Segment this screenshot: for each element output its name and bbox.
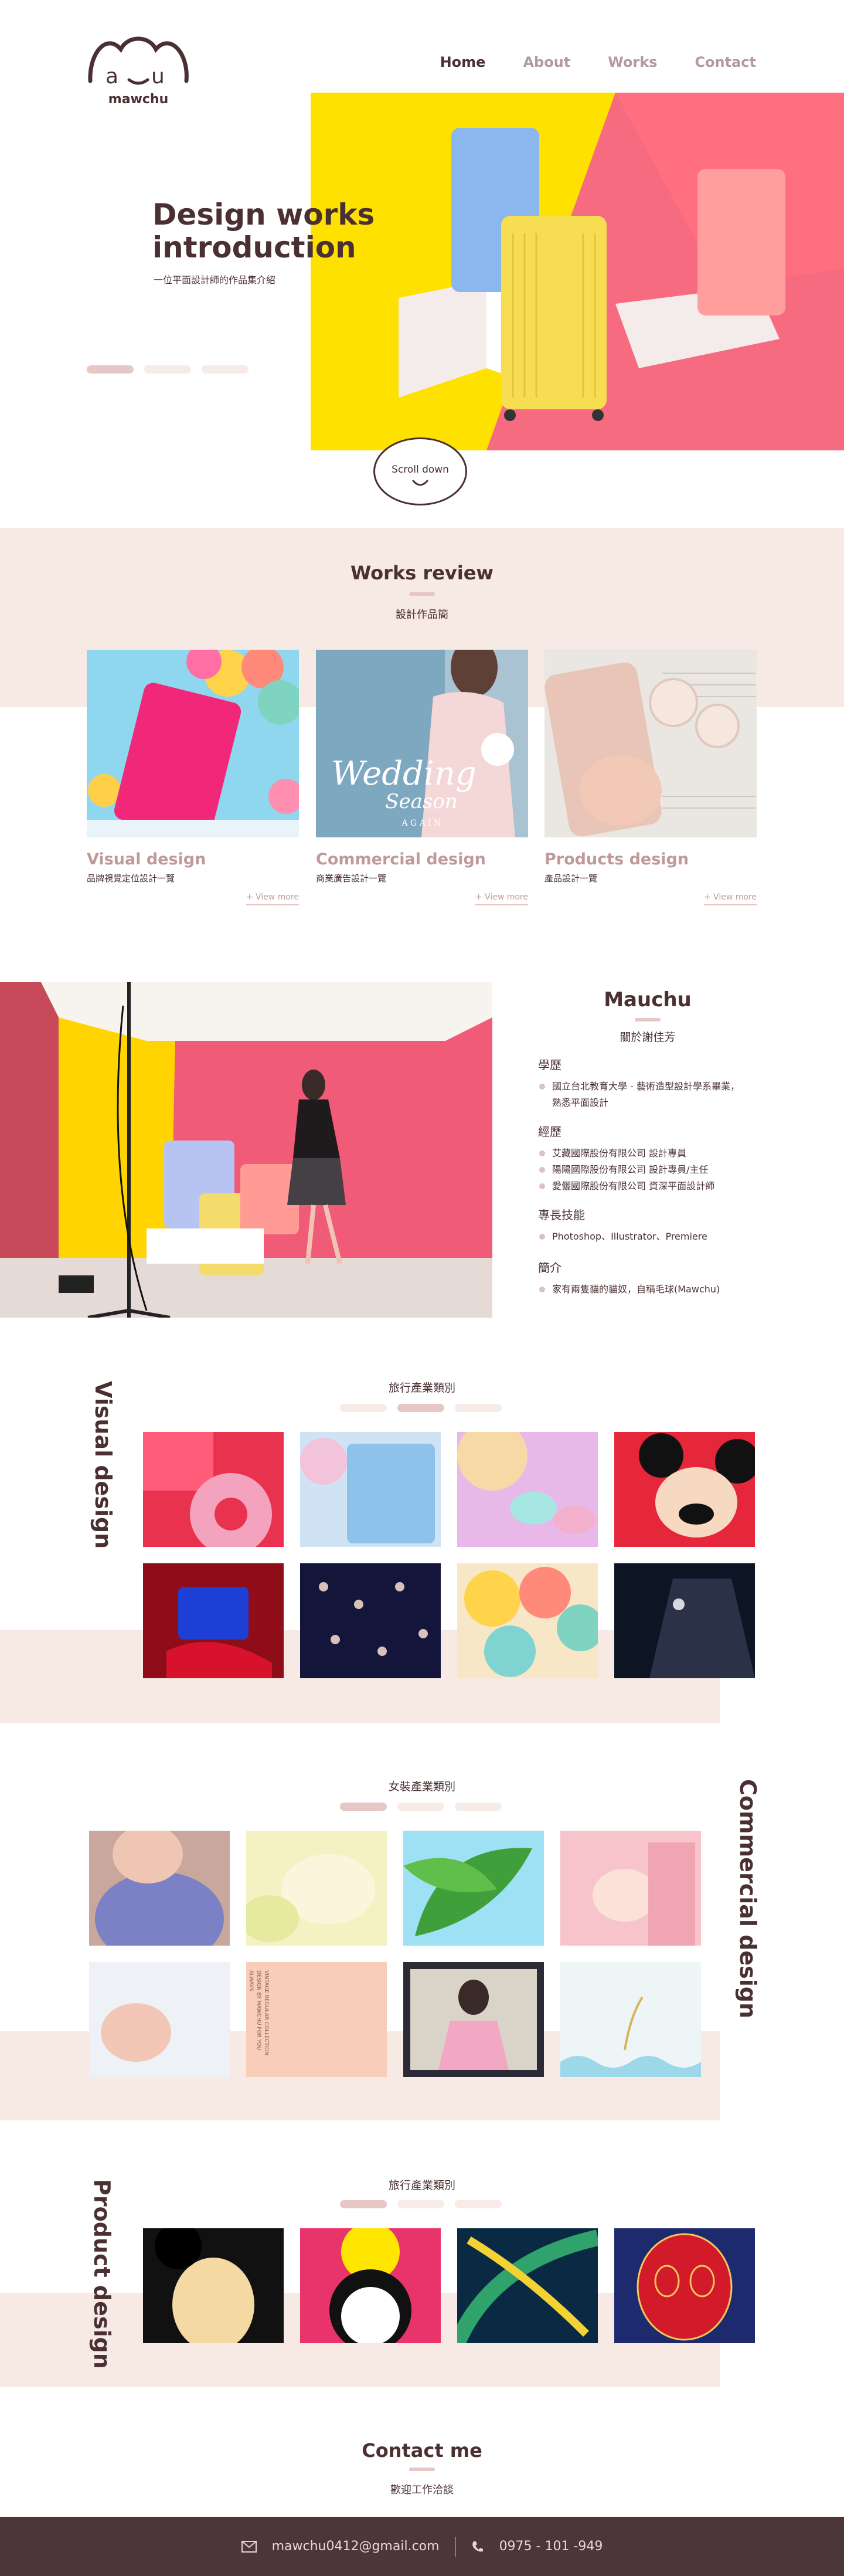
slider-dot[interactable] bbox=[87, 365, 134, 374]
slider-dot[interactable] bbox=[340, 1404, 387, 1412]
about-name: Mauchu bbox=[604, 988, 692, 1012]
about-education: 學歷 國立台北教育大學 - 藝術造型設計學系畢業， 熟悉平面設計 bbox=[538, 1055, 784, 1111]
mail-icon bbox=[241, 2540, 257, 2553]
commercial-dots bbox=[340, 1803, 502, 1811]
main-nav: Home About Works Contact bbox=[440, 54, 756, 70]
nav-home[interactable]: Home bbox=[440, 54, 486, 70]
product-design-label: Product design bbox=[89, 2179, 115, 2369]
slider-dot[interactable] bbox=[144, 365, 191, 374]
svg-text:Season: Season bbox=[385, 790, 458, 813]
title-rule bbox=[409, 592, 435, 596]
about-intro: 簡介 家有兩隻貓的貓奴，自稱毛球(Mawchu) bbox=[538, 1258, 784, 1298]
commercial-tile[interactable] bbox=[560, 1962, 701, 2077]
view-more-link[interactable]: + View more bbox=[703, 892, 757, 905]
visual-tile[interactable] bbox=[614, 1432, 755, 1547]
slider-dot[interactable] bbox=[397, 1803, 444, 1811]
slider-dot[interactable] bbox=[202, 365, 249, 374]
work-card-products[interactable]: Products design 產品設計一覽 + View more bbox=[544, 650, 757, 905]
product-tile[interactable] bbox=[457, 2228, 598, 2343]
hero-subtitle: 一位平面設計師的作品集介紹 bbox=[154, 274, 276, 286]
svg-text:u: u bbox=[151, 65, 165, 89]
slider-dot[interactable] bbox=[397, 1404, 444, 1412]
slider-dot[interactable] bbox=[455, 1803, 502, 1811]
hero-slider-dots bbox=[87, 365, 249, 374]
view-more-link[interactable]: + View more bbox=[246, 892, 299, 905]
works-title: Works review bbox=[350, 562, 494, 584]
visual-tile[interactable] bbox=[143, 1563, 284, 1678]
footer-divider bbox=[454, 2536, 456, 2557]
visual-tile[interactable] bbox=[614, 1563, 755, 1678]
contact-title: Contact me bbox=[362, 2439, 482, 2462]
visual-design-thumb bbox=[87, 650, 299, 837]
visual-design-label: Visual design bbox=[90, 1381, 116, 1549]
nav-about[interactable]: About bbox=[523, 54, 570, 70]
products-design-thumb bbox=[544, 650, 757, 837]
commercial-tile[interactable] bbox=[403, 1831, 544, 1946]
smile-icon bbox=[412, 480, 428, 486]
visual-dots bbox=[340, 1404, 502, 1412]
hero-title: Design works introduction bbox=[152, 198, 375, 264]
svg-text:a: a bbox=[106, 65, 118, 89]
about-subtitle: 關於謝佳芳 bbox=[620, 1031, 676, 1044]
works-subtitle: 設計作品簡 bbox=[396, 609, 448, 621]
commercial-tile[interactable] bbox=[89, 1831, 230, 1946]
slider-dot[interactable] bbox=[455, 1404, 502, 1412]
footer: mawchu0412@gmail.com 0975 - 101 -949 bbox=[0, 2517, 844, 2576]
contact-email[interactable]: mawchu0412@gmail.com bbox=[272, 2539, 440, 2554]
slider-dot[interactable] bbox=[340, 2200, 387, 2208]
slider-dot[interactable] bbox=[340, 1803, 387, 1811]
svg-text:Wedding: Wedding bbox=[331, 755, 477, 793]
commercial-design-label: Commercial design bbox=[735, 1779, 761, 2019]
product-tile[interactable] bbox=[143, 2228, 284, 2343]
commercial-tile[interactable] bbox=[560, 1831, 701, 1946]
nav-contact[interactable]: Contact bbox=[695, 54, 756, 70]
hero-image bbox=[311, 93, 844, 450]
product-dots bbox=[340, 2200, 502, 2208]
commercial-caption: 女裝產業類別 bbox=[388, 1780, 455, 1793]
product-caption: 旅行產業類別 bbox=[388, 2179, 455, 2192]
product-tile[interactable] bbox=[300, 2228, 441, 2343]
scroll-down-button[interactable]: Scroll down bbox=[373, 437, 467, 505]
view-more-link[interactable]: + View more bbox=[475, 892, 528, 905]
slider-dot[interactable] bbox=[397, 2200, 444, 2208]
commercial-poster[interactable]: VINTAGE REGULAR COLLECTION DESIGN BY MAW… bbox=[246, 1962, 387, 2077]
contact-subtitle: 歡迎工作洽談 bbox=[390, 2484, 454, 2496]
phone-icon bbox=[472, 2541, 483, 2551]
svg-text:A G A I N: A G A I N bbox=[401, 819, 441, 828]
product-tile[interactable] bbox=[614, 2228, 755, 2343]
commercial-design-thumb: Wedding Season A G A I N bbox=[316, 650, 528, 837]
work-card-commercial[interactable]: Wedding Season A G A I N Commercial desi… bbox=[316, 650, 528, 905]
commercial-tile[interactable] bbox=[89, 1962, 230, 2077]
about-photo bbox=[0, 982, 492, 1318]
about-experience: 經歷 艾藏國際股份有限公司 設計專員 陽陽國際股份有限公司 設計專員/主任 愛儷國際… bbox=[538, 1122, 784, 1194]
visual-caption: 旅行產業類別 bbox=[388, 1382, 455, 1394]
commercial-tile[interactable] bbox=[246, 1831, 387, 1946]
work-card-visual[interactable]: Visual design 品牌視覺定位設計一覽 + View more bbox=[87, 650, 299, 905]
commercial-tile[interactable] bbox=[403, 1962, 544, 2077]
visual-tile[interactable] bbox=[300, 1432, 441, 1547]
slider-dot[interactable] bbox=[455, 2200, 502, 2208]
visual-tile[interactable] bbox=[457, 1563, 598, 1678]
brand-name: mawchu bbox=[108, 92, 168, 107]
about-skills: 專長技能 Photoshop、Illustrator、Premiere bbox=[538, 1206, 784, 1245]
visual-tile[interactable] bbox=[143, 1432, 284, 1547]
brand-logo[interactable]: a u mawchu bbox=[86, 29, 191, 111]
contact-phone[interactable]: 0975 - 101 -949 bbox=[499, 2539, 603, 2554]
about-rule bbox=[635, 1018, 661, 1021]
visual-tile[interactable] bbox=[457, 1432, 598, 1547]
contact-rule bbox=[409, 2468, 435, 2471]
nav-works[interactable]: Works bbox=[608, 54, 657, 70]
visual-tile[interactable] bbox=[300, 1563, 441, 1678]
